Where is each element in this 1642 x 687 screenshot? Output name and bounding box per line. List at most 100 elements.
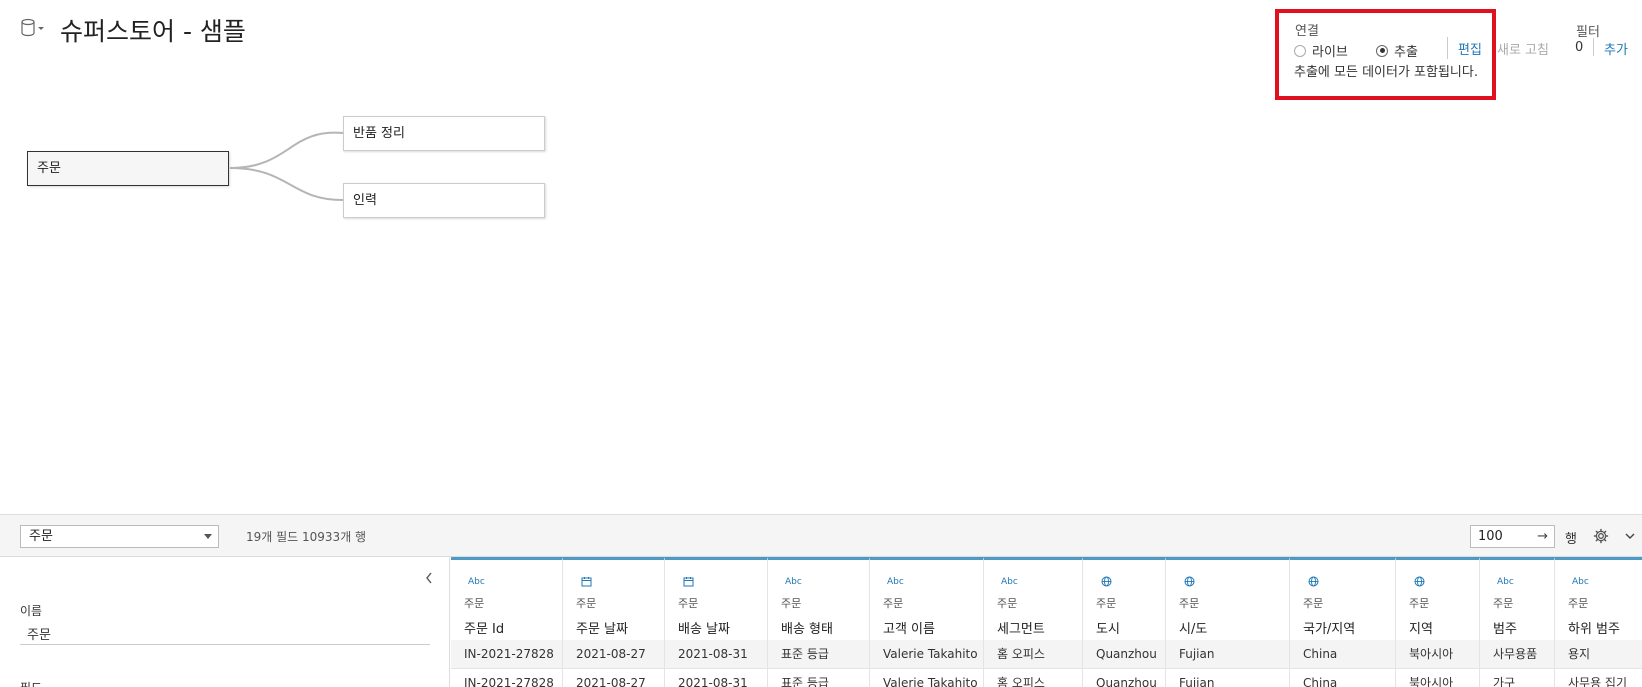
data-source-header: 슈퍼스토어 - 샘플 연결 라이브 추출 편집 새로 고침 추출에 모든 데이터… [0, 0, 1642, 100]
string-icon[interactable]: Abc [1001, 577, 1018, 587]
table-cell[interactable]: Valerie Takahito [870, 640, 984, 669]
table-cell[interactable]: 2021-08-31 [665, 669, 768, 687]
table-cell[interactable]: 북아시아 [1396, 669, 1480, 687]
column-field-name[interactable]: 세그먼트 [997, 618, 1045, 637]
chevron-left-icon[interactable] [424, 571, 434, 585]
data-grid[interactable]: Abc 주문 주문 Id 주문 주문 날짜 주문 배송 날짜 Abc 주문 배송 형태 Abc 주문 고… [451, 557, 1642, 687]
table-select-dropdown[interactable]: 주문 [20, 525, 219, 548]
chevron-down-icon[interactable] [1624, 530, 1636, 542]
column-header[interactable]: Abc 주문 고객 이름 [870, 557, 984, 640]
table-cell[interactable]: 표준 등급 [768, 640, 870, 669]
string-icon[interactable]: Abc [1572, 577, 1589, 587]
table-cell[interactable]: 북아시아 [1396, 640, 1480, 669]
table-cell[interactable]: 사무용품 [1480, 640, 1555, 669]
data-source-title[interactable]: 슈퍼스토어 - 샘플 [60, 12, 246, 48]
filters-label: 필터 [1576, 25, 1600, 40]
column-header[interactable]: 주문 국가/지역 [1290, 557, 1396, 640]
globe-icon[interactable] [1414, 576, 1425, 587]
table-cell[interactable]: Quanzhou [1083, 640, 1166, 669]
relationship-link-returns[interactable] [229, 131, 344, 169]
edit-extract-link[interactable]: 편집 [1458, 39, 1482, 58]
table-cell[interactable]: 홈 오피스 [984, 669, 1083, 687]
metadata-name-value[interactable]: 주문 [27, 624, 51, 643]
column-source-table: 주문 [576, 597, 597, 610]
string-icon[interactable]: Abc [785, 577, 802, 587]
filters-count: 0 [1575, 40, 1584, 55]
column-source-table: 주문 [678, 597, 699, 610]
column-header[interactable]: 주문도시 [1083, 557, 1166, 640]
table-cell[interactable]: 가구 [1480, 669, 1555, 687]
column-header[interactable]: 주문주문 날짜 [563, 557, 665, 640]
table-cell[interactable]: 표준 등급 [768, 669, 870, 687]
refresh-link[interactable]: 새로 고침 [1497, 39, 1549, 58]
column-field-name[interactable]: 시/도 [1179, 618, 1207, 637]
column-header[interactable]: 주문 시/도 [1166, 557, 1290, 640]
column-field-name[interactable]: 범주 [1493, 618, 1517, 637]
radio-checked-icon [1376, 44, 1388, 57]
database-icon[interactable] [20, 18, 46, 38]
relationship-link-people[interactable] [229, 167, 344, 201]
gear-icon[interactable] [1593, 528, 1609, 544]
column-header[interactable]: 주문배송 날짜 [665, 557, 768, 640]
table-cell[interactable]: IN-2021-27828 [451, 669, 563, 687]
column-field-name[interactable]: 국가/지역 [1303, 618, 1355, 637]
column-field-name[interactable]: 배송 형태 [781, 618, 833, 637]
column-header[interactable]: Abc 주문 배송 형태 [768, 557, 870, 640]
table-cell[interactable]: Quanzhou [1083, 669, 1166, 687]
field-row-count: 19개 필드 10933개 행 [246, 530, 367, 544]
globe-icon[interactable] [1101, 576, 1112, 587]
live-radio-label: 라이브 [1312, 45, 1348, 60]
radio-unchecked-icon [1294, 44, 1306, 57]
column-header[interactable]: Abc 주문 하위 범주 [1555, 557, 1642, 640]
calendar-icon[interactable] [581, 576, 592, 587]
table-row[interactable]: IN-2021-27828 2021-08-27 2021-08-31 표준 등급 Va… [451, 640, 1642, 669]
column-field-name[interactable]: 지역 [1409, 618, 1433, 637]
globe-icon[interactable] [1184, 576, 1195, 587]
column-header[interactable]: Abc 주문 범주 [1480, 557, 1555, 640]
table-cell[interactable]: IN-2021-27828 [451, 640, 563, 669]
connection-divider [1447, 37, 1448, 59]
table-row[interactable]: IN-2021-27828 2021-08-27 2021-08-31 표준 등급 Va… [451, 669, 1642, 687]
connection-label: 연결 [1295, 24, 1319, 39]
data-grid-toolbar: 주문 19개 필드 10933개 행 100 → 행 [0, 514, 1642, 557]
column-field-name[interactable]: 주문 날짜 [576, 618, 628, 637]
column-field-name[interactable]: 주문 Id [464, 618, 504, 637]
column-field-name[interactable]: 고객 이름 [883, 618, 935, 637]
table-node-people[interactable]: 인력 [343, 183, 545, 218]
arrow-right-icon[interactable]: → [1537, 526, 1548, 547]
column-header[interactable]: Abc 주문 주문 Id [451, 557, 563, 640]
column-field-name[interactable]: 배송 날짜 [678, 618, 730, 637]
column-field-name[interactable]: 도시 [1096, 618, 1120, 637]
column-field-name[interactable]: 하위 범주 [1568, 618, 1620, 637]
metadata-name-label: 이름 [20, 604, 43, 618]
rows-count-value: 100 [1478, 529, 1503, 544]
extract-radio[interactable]: 추출 [1376, 41, 1418, 60]
column-source-table: 주문 [1096, 597, 1117, 610]
extract-radio-label: 추출 [1394, 45, 1418, 60]
add-filter-link[interactable]: 추가 [1604, 39, 1628, 58]
table-cell[interactable]: China [1290, 669, 1396, 687]
table-cell[interactable]: 용지 [1555, 640, 1642, 669]
table-cell[interactable]: 사무용 집기 [1555, 669, 1642, 687]
globe-icon[interactable] [1308, 576, 1319, 587]
table-cell[interactable]: China [1290, 640, 1396, 669]
table-cell[interactable]: Valerie Takahito [870, 669, 984, 687]
table-cell[interactable]: 홈 오피스 [984, 640, 1083, 669]
relationship-canvas[interactable]: 주문 반품 정리 인력 [0, 100, 1642, 514]
string-icon[interactable]: Abc [887, 577, 904, 587]
table-cell[interactable]: Fujian [1166, 640, 1290, 669]
calendar-icon[interactable] [683, 576, 694, 587]
string-icon[interactable]: Abc [1497, 577, 1514, 587]
rows-label: 행 [1565, 532, 1577, 547]
string-icon[interactable]: Abc [468, 577, 485, 587]
column-header[interactable]: 주문 지역 [1396, 557, 1480, 640]
live-radio[interactable]: 라이브 [1294, 41, 1348, 60]
table-node-orders[interactable]: 주문 [27, 151, 229, 186]
table-node-returns[interactable]: 반품 정리 [343, 116, 545, 151]
table-cell[interactable]: 2021-08-31 [665, 640, 768, 669]
column-header[interactable]: Abc 주문 세그먼트 [984, 557, 1083, 640]
table-cell[interactable]: 2021-08-27 [563, 640, 665, 669]
table-cell[interactable]: 2021-08-27 [563, 669, 665, 687]
rows-count-input[interactable]: 100 → [1470, 525, 1555, 548]
table-cell[interactable]: Fujian [1166, 669, 1290, 687]
